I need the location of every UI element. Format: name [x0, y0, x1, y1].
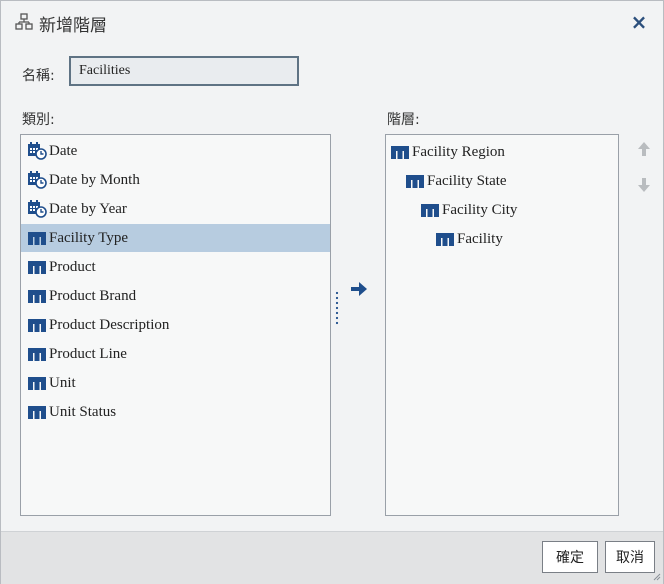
hierarchy-icon [15, 13, 33, 30]
category-icon [406, 175, 424, 188]
hierarchy-item[interactable]: Facility [386, 225, 618, 253]
category-item-label: Product Description [49, 316, 170, 333]
date-calendar-icon [28, 142, 47, 160]
category-item[interactable]: Product Description [21, 311, 330, 339]
category-item[interactable]: Date by Month [21, 166, 330, 194]
category-item[interactable]: Product Brand [21, 282, 330, 310]
add-hierarchy-dialog: 新增階層 × 名稱: 類別: 階層: DateDate by MonthDate… [0, 0, 664, 584]
category-icon [28, 290, 46, 303]
category-item-label: Date by Month [49, 171, 140, 188]
name-label: 名稱: [22, 68, 55, 84]
category-item[interactable]: Product [21, 253, 330, 281]
hierarchy-item-label: Facility Region [412, 143, 505, 160]
hierarchy-item-label: Facility [457, 230, 503, 247]
category-item-label: Unit [49, 374, 76, 391]
category-icon [28, 319, 46, 332]
close-icon[interactable]: × [627, 10, 651, 34]
add-to-hierarchy-arrow-icon[interactable] [350, 281, 368, 297]
move-up-arrow-icon[interactable] [637, 141, 651, 157]
category-icon [436, 233, 454, 246]
category-icon [28, 348, 46, 361]
category-item-label: Date by Year [49, 200, 127, 217]
date-calendar-icon [28, 171, 47, 189]
category-item[interactable]: Unit Status [21, 398, 330, 426]
hierarchy-item-label: Facility City [442, 201, 518, 218]
resize-grip-icon[interactable] [651, 571, 661, 581]
category-item[interactable]: Date [21, 137, 330, 165]
dialog-titlebar: 新增階層 × [1, 1, 663, 45]
ok-button[interactable]: 確定 [542, 541, 598, 573]
name-input[interactable] [69, 56, 299, 86]
category-item-label: Facility Type [49, 229, 129, 246]
splitter-handle[interactable] [335, 291, 339, 329]
hierarchy-item[interactable]: Facility Region [386, 138, 618, 166]
category-icon [421, 204, 439, 217]
hierarchy-label: 階層: [387, 112, 420, 128]
hierarchy-item-label: Facility State [427, 172, 507, 189]
category-item-label: Product [49, 258, 96, 275]
category-icon [28, 406, 46, 419]
categories-label: 類別: [22, 112, 55, 128]
category-icon [28, 261, 46, 274]
category-item-label: Product Brand [49, 287, 137, 304]
category-item[interactable]: Facility Type [21, 224, 330, 252]
category-item[interactable]: Date by Year [21, 195, 330, 223]
category-icon [28, 232, 46, 245]
dialog-title: 新增階層 [39, 16, 107, 36]
date-calendar-icon [28, 200, 47, 218]
category-icon [391, 146, 409, 159]
category-item-label: Date [49, 142, 78, 159]
hierarchy-item[interactable]: Facility City [386, 196, 618, 224]
category-item-label: Unit Status [49, 403, 117, 420]
category-item-label: Product Line [49, 345, 127, 362]
category-item[interactable]: Product Line [21, 340, 330, 368]
move-down-arrow-icon[interactable] [637, 177, 651, 193]
category-icon [28, 377, 46, 390]
category-item[interactable]: Unit [21, 369, 330, 397]
cancel-button[interactable]: 取消 [605, 541, 655, 573]
hierarchy-item[interactable]: Facility State [386, 167, 618, 195]
categories-list[interactable]: Date Date by Month Date by Year Facility Ty… [20, 134, 331, 516]
hierarchy-list[interactable]: Facility Region Facility State Facility Ci… [385, 134, 619, 516]
